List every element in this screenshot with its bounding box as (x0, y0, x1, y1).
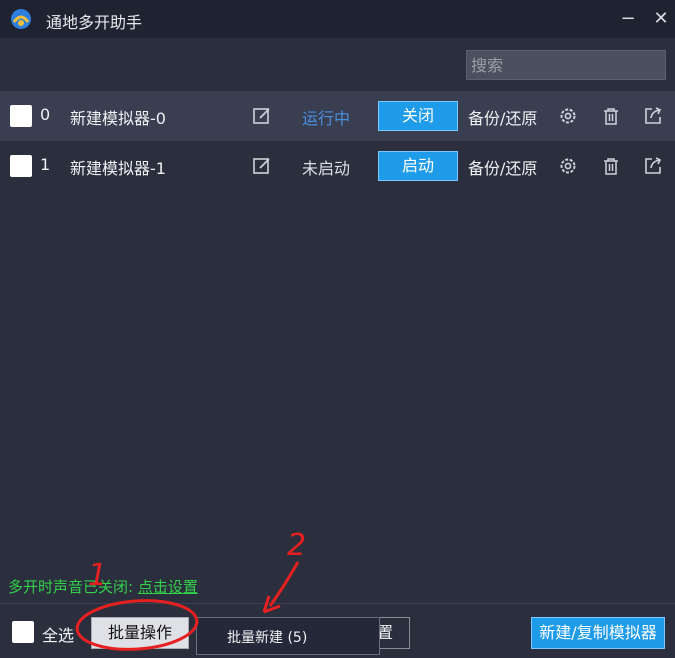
emulator-name-0: 新建模拟器-0 (70, 109, 166, 128)
bulk-operations-menu: 批量新建 (5) (196, 617, 380, 655)
row-checkbox-1[interactable] (10, 155, 32, 177)
shortcut-icon[interactable] (643, 156, 663, 176)
select-all-label: 全选 (42, 626, 75, 645)
start-button-1[interactable]: 启动 (378, 151, 458, 181)
search-input[interactable] (466, 50, 666, 80)
sound-settings-link[interactable]: 点击设置 (138, 578, 198, 596)
emulator-name-1: 新建模拟器-1 (70, 159, 166, 178)
shortcut-icon[interactable] (643, 106, 663, 126)
app-logo-icon (11, 9, 31, 29)
step-number-1: 1 (88, 558, 108, 593)
select-all-checkbox[interactable] (12, 621, 34, 643)
trash-icon[interactable] (601, 106, 621, 126)
emulator-index-0: 0 (40, 105, 51, 124)
emulator-index-1: 1 (40, 155, 51, 174)
window-title: 通地多开助手 (46, 13, 143, 32)
sound-notice-text: 多开时声音已关闭: (8, 578, 138, 596)
backup-restore-0[interactable]: 备份/还原 (468, 105, 537, 129)
row-checkbox-0[interactable] (10, 105, 32, 127)
trash-icon[interactable] (601, 156, 621, 176)
pointer-arrow (268, 561, 300, 607)
backup-restore-1[interactable]: 备份/还原 (468, 155, 537, 179)
gear-icon[interactable] (558, 156, 578, 176)
edit-icon[interactable] (252, 156, 272, 176)
stop-button-0[interactable]: 关闭 (378, 101, 458, 131)
edit-icon[interactable] (252, 106, 272, 126)
gear-icon[interactable] (558, 106, 578, 126)
emulator-row-1[interactable]: 1 新建模拟器-1 未启动 启动 备份/还原 (0, 141, 675, 191)
emulator-row-0[interactable]: 0 新建模拟器-0 运行中 关闭 备份/还原 (0, 91, 675, 141)
new-copy-emulator-button[interactable]: 新建/复制模拟器 (531, 617, 665, 649)
status-text-0: 运行中 (302, 109, 351, 128)
step-number-2: 2 (287, 528, 307, 563)
minimize-button[interactable]: − (617, 8, 639, 30)
menu-item-bulk-create[interactable]: 批量新建 (5) (227, 627, 307, 647)
close-window-button[interactable]: ✕ (650, 8, 672, 30)
bulk-operations-button[interactable]: 批量操作 (91, 617, 189, 649)
status-text-1: 未启动 (302, 159, 351, 178)
